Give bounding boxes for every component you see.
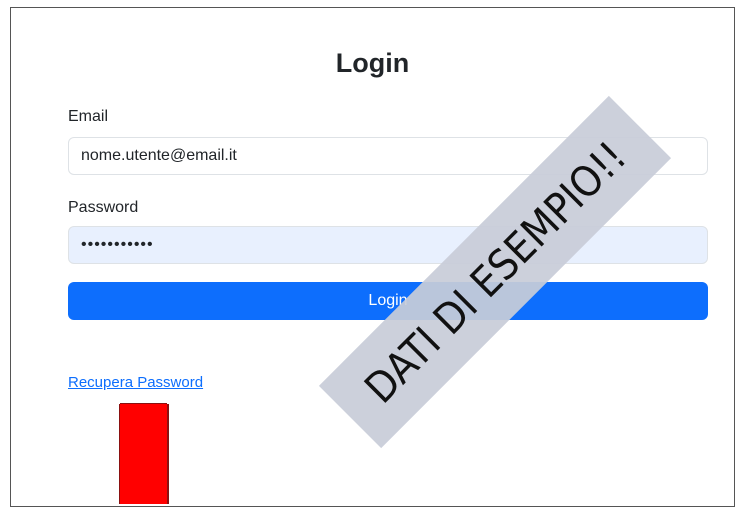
red-marker <box>120 404 167 504</box>
page-title: Login <box>335 48 410 78</box>
recover-password-link[interactable]: Recupera Password <box>68 374 203 391</box>
sample-data-watermark: DATI DI ESEMPIO!! <box>290 95 700 449</box>
password-label: Password <box>68 199 139 216</box>
password-mask: ••••••••••• <box>81 236 154 253</box>
email-field[interactable] <box>68 137 708 175</box>
email-label: Email <box>68 108 109 125</box>
